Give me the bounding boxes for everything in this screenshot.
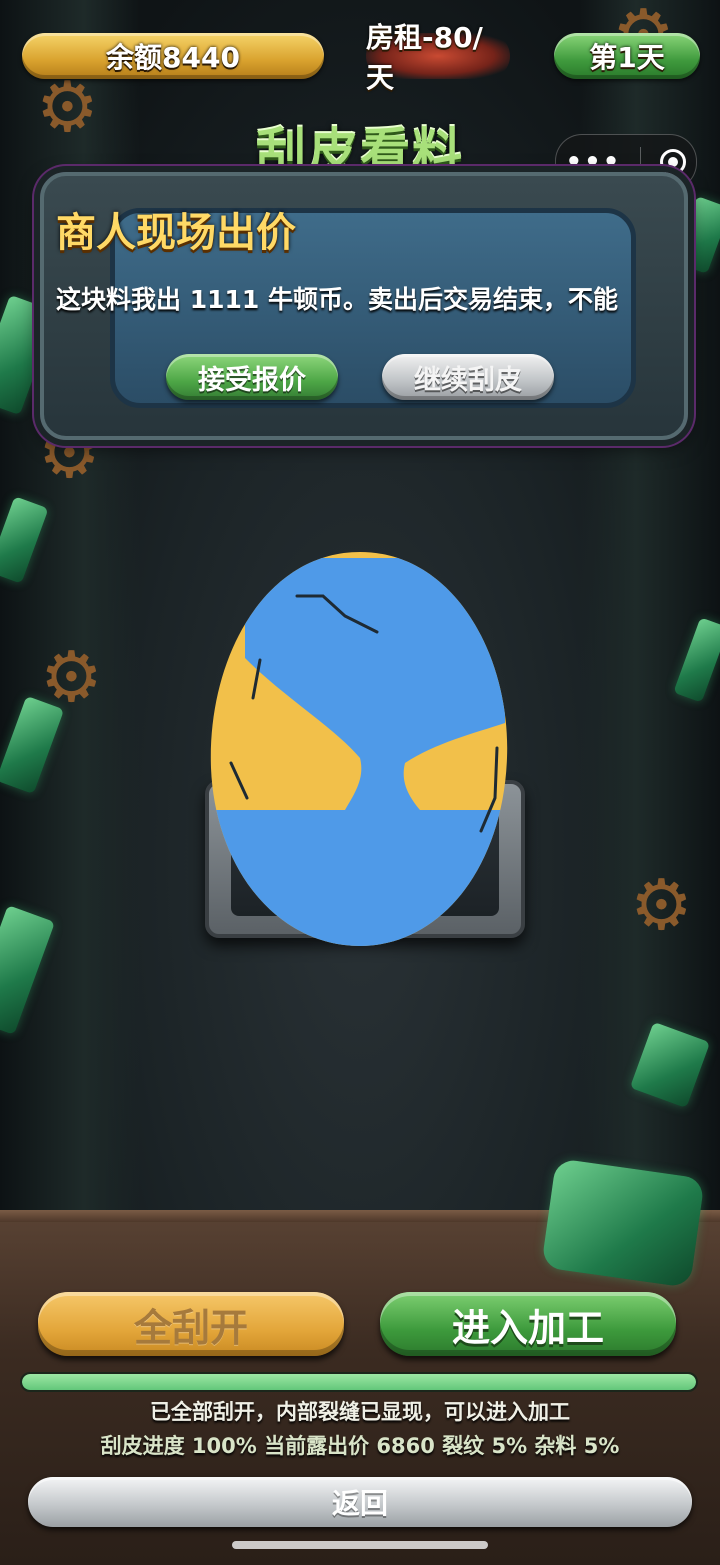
dialog-title: 商人现场出价 — [56, 210, 296, 256]
home-indicator — [232, 1541, 488, 1549]
progress-fill — [22, 1374, 696, 1390]
rent-display: 房租-80/天 — [366, 21, 510, 94]
scrape-all-button[interactable]: 全刮开 — [38, 1292, 344, 1356]
status-message: 已全部刮开，内部裂缝已显现，可以进入加工 — [150, 1400, 570, 1424]
continue-scraping-button[interactable]: 继续刮皮 — [382, 354, 554, 400]
dialog-message: 这块料我出 1111 牛顿币。卖出后交易结束，不能 — [56, 285, 618, 314]
back-button[interactable]: 返回 — [28, 1477, 692, 1527]
gear-icon: ⚙ — [630, 864, 693, 946]
balance-display: 余额8440 — [22, 33, 324, 79]
accept-offer-button[interactable]: 接受报价 — [166, 354, 338, 400]
day-display: 第1天 — [554, 33, 700, 79]
target-circle-icon[interactable] — [660, 149, 687, 175]
status-stats: 刮皮进度 100% 当前露出价 6860 裂纹 5% 杂料 5% — [100, 1434, 620, 1458]
enter-processing-button[interactable]: 进入加工 — [380, 1292, 676, 1356]
scrape-progress-bar — [20, 1372, 698, 1392]
green-ore-rock — [541, 1158, 705, 1288]
gear-icon: ⚙ — [40, 636, 103, 718]
raw-stone[interactable] — [205, 548, 515, 950]
